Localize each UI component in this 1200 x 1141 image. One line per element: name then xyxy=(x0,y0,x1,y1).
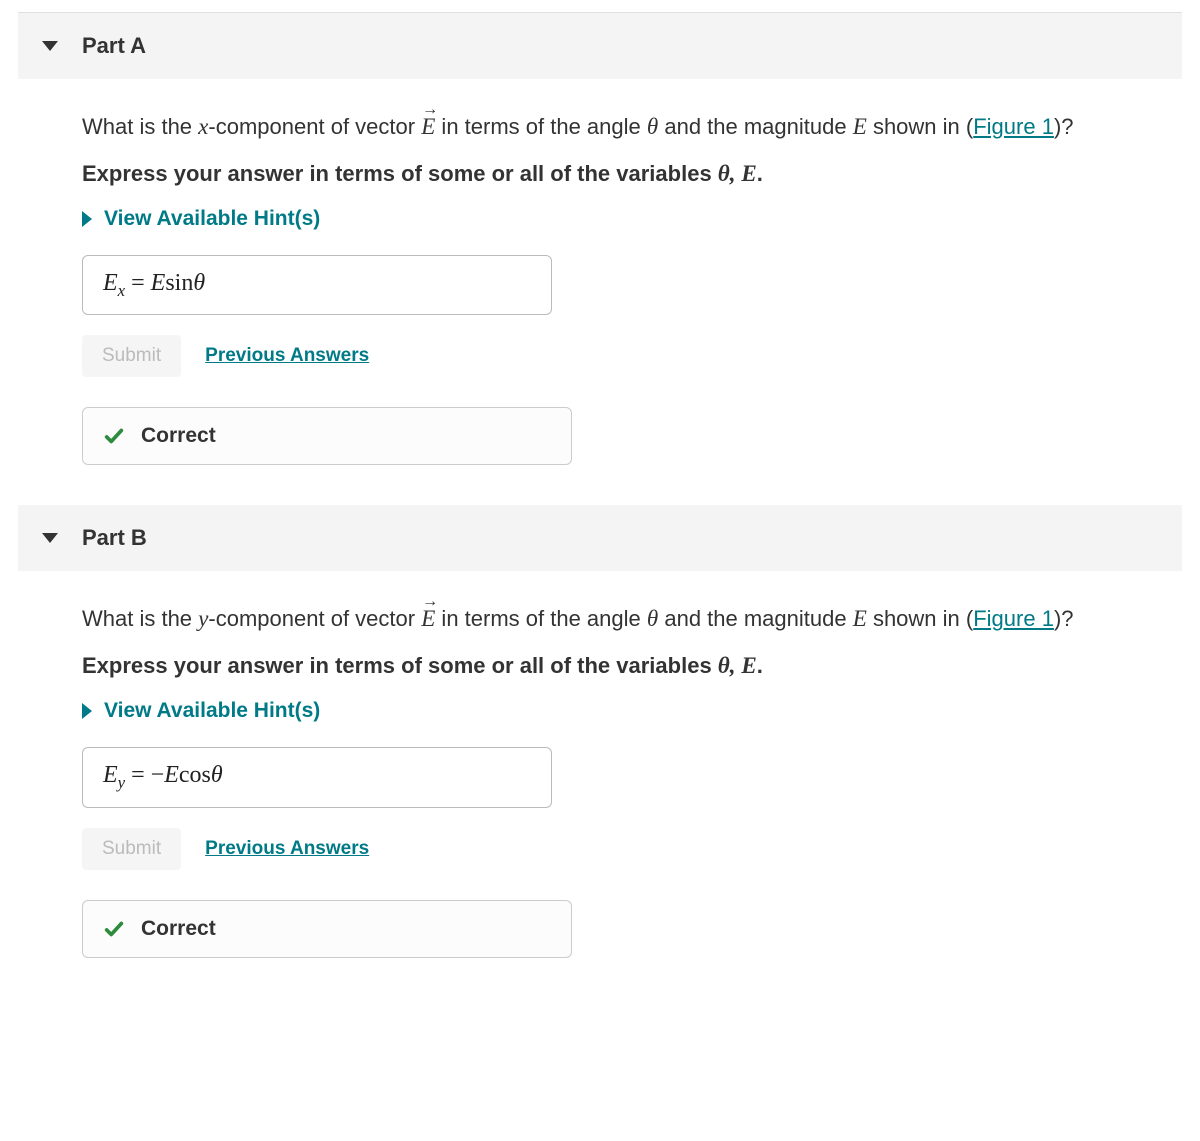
theta-symbol: θ xyxy=(647,605,658,631)
answer-equals: = xyxy=(125,270,151,296)
part-a-body: What is the x-component of vector E in t… xyxy=(0,79,1200,505)
question-text: in terms of the angle xyxy=(435,114,647,139)
answer-rhs-arg: θ xyxy=(193,270,205,296)
question-text: in terms of the angle xyxy=(435,606,647,631)
part-b-title: Part B xyxy=(82,525,147,551)
answer-rhs-arg: θ xyxy=(211,762,223,788)
part-a-instruction: Express your answer in terms of some or … xyxy=(82,160,1176,187)
view-hints-toggle[interactable]: View Available Hint(s) xyxy=(82,207,1176,231)
part-b-question: What is the y-component of vector E in t… xyxy=(82,601,1176,636)
question-component-var: x xyxy=(198,113,208,139)
previous-answers-link[interactable]: Previous Answers xyxy=(205,838,369,860)
instruction-text: . xyxy=(757,161,763,186)
part-b-feedback: Correct xyxy=(82,900,572,958)
answer-lhs-sub: y xyxy=(118,773,125,792)
magnitude-e-symbol: E xyxy=(853,113,867,139)
chevron-right-icon xyxy=(82,703,92,719)
part-b-answer-box: Ey = −Ecosθ xyxy=(82,747,552,808)
question-text: and the magnitude xyxy=(658,114,852,139)
part-a-button-row: Submit Previous Answers xyxy=(82,335,1176,377)
part-b-button-row: Submit Previous Answers xyxy=(82,828,1176,870)
answer-equals: = xyxy=(125,762,151,788)
part-a-question: What is the x-component of vector E in t… xyxy=(82,109,1176,144)
submit-button[interactable]: Submit xyxy=(82,335,181,377)
chevron-down-icon xyxy=(42,41,58,51)
figure-link[interactable]: Figure 1 xyxy=(973,606,1054,631)
part-b-header[interactable]: Part B xyxy=(18,505,1182,571)
answer-lhs-var: E xyxy=(103,762,118,788)
part-a-title: Part A xyxy=(82,33,146,59)
question-text: -component of vector xyxy=(208,606,421,631)
hints-label: View Available Hint(s) xyxy=(104,207,320,231)
answer-rhs-e: E xyxy=(164,762,179,788)
answer-lhs-var: E xyxy=(103,270,118,296)
chevron-down-icon xyxy=(42,533,58,543)
part-b-body: What is the y-component of vector E in t… xyxy=(0,571,1200,997)
feedback-text: Correct xyxy=(141,424,216,448)
hints-label: View Available Hint(s) xyxy=(104,699,320,723)
vector-e-symbol: E xyxy=(421,109,435,144)
instruction-text: Express your answer in terms of some or … xyxy=(82,161,718,186)
part-a-feedback: Correct xyxy=(82,407,572,465)
view-hints-toggle[interactable]: View Available Hint(s) xyxy=(82,699,1176,723)
instruction-vars: θ, E xyxy=(718,160,757,186)
question-text: )? xyxy=(1054,114,1074,139)
question-text: )? xyxy=(1054,606,1074,631)
instruction-vars: θ, E xyxy=(718,652,757,678)
question-text: What is the xyxy=(82,606,198,631)
question-text: and the magnitude xyxy=(658,606,852,631)
part-a-answer-box: Ex = Esinθ xyxy=(82,255,552,316)
feedback-text: Correct xyxy=(141,917,216,941)
theta-symbol: θ xyxy=(647,113,658,139)
magnitude-e-symbol: E xyxy=(853,605,867,631)
answer-rhs-pre: − xyxy=(151,762,165,788)
part-b-instruction: Express your answer in terms of some or … xyxy=(82,652,1176,679)
previous-answers-link[interactable]: Previous Answers xyxy=(205,345,369,367)
figure-link[interactable]: Figure 1 xyxy=(973,114,1054,139)
question-component-var: y xyxy=(198,605,208,631)
check-icon xyxy=(103,918,125,940)
question-text: What is the xyxy=(82,114,198,139)
answer-rhs-fn: sin xyxy=(165,270,193,296)
question-text: shown in ( xyxy=(867,114,973,139)
instruction-text: . xyxy=(757,653,763,678)
vector-e-symbol: E xyxy=(421,601,435,636)
chevron-right-icon xyxy=(82,211,92,227)
answer-rhs-e: E xyxy=(151,270,166,296)
question-text: shown in ( xyxy=(867,606,973,631)
instruction-text: Express your answer in terms of some or … xyxy=(82,653,718,678)
answer-rhs-fn: cos xyxy=(179,762,211,788)
question-text: -component of vector xyxy=(208,114,421,139)
answer-lhs-sub: x xyxy=(118,280,125,299)
check-icon xyxy=(103,425,125,447)
submit-button[interactable]: Submit xyxy=(82,828,181,870)
part-a-header[interactable]: Part A xyxy=(18,13,1182,79)
